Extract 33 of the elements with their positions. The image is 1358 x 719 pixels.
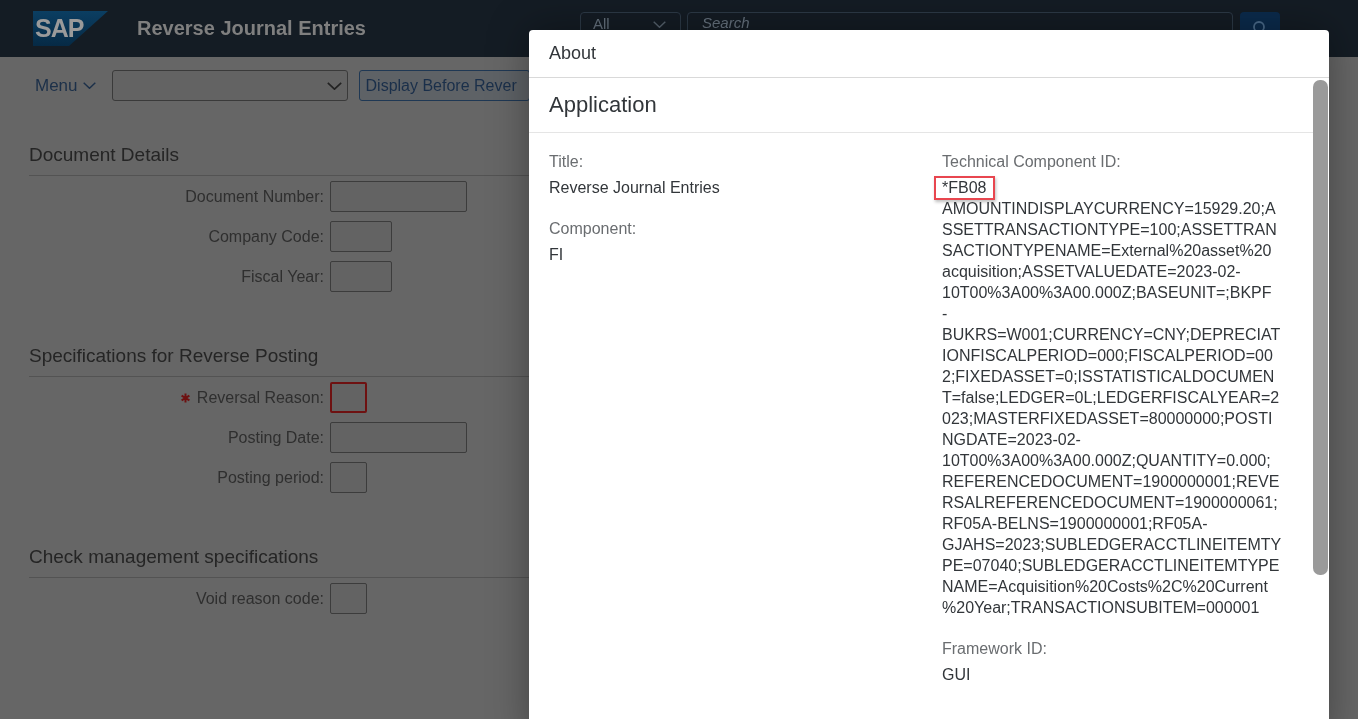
- logo: SAP: [33, 11, 108, 46]
- info-value: FI: [549, 245, 564, 265]
- field-label: Posting Date:: [227, 428, 324, 447]
- input-field[interactable]: [330, 181, 467, 212]
- field-label: Document Number:: [185, 187, 324, 206]
- info-label: Technical Component ID:: [942, 152, 1121, 172]
- dialog-title: About: [529, 30, 1329, 78]
- menu-button[interactable]: Menu: [35, 75, 96, 96]
- highlighted-value: *FB08: [934, 176, 996, 200]
- input-field[interactable]: [330, 382, 367, 413]
- field-label: Company Code:: [208, 227, 324, 246]
- detail-text: AMOUNTINDISPLAYCURRENCY=15929.20;A SSETTRANSACTIONTYPE=100;ASSETTRAN SACTIONTYPENAME=External%20asset%20 acquisition;ASSETVALUEDATE=2023-02- 10T00%3A00%3A00.000Z;BASEUNIT=;BKPF - BUKRS=W001;CURRENCY=CNY;DEPRECIAT IONFISCALPERIOD=000;FISCALPERIOD=00 2;FIXEDASSET=0;ISSTATISTICALDOCUMEN T=false;LEDGER=0L;LEDGERFISCALYEAR=2 023;MASTERFIXEDASSET=80000000;POSTI NGDATE=2023-02- 10T00%3A00%3A00.000Z;QUANTITY=0.000; REFERENCEDOCUMENT=1900000001;REVE RSALREFERENCEDOCUMENT=1900000061; RF05A-BELNS=1900000001;RF05A- GJAHS=2023;SUBLEDGERACCTLINEITEMTY PE=07040;SUBLEDGERACCTLINEITEMTYPE NAME=Acquisition%20Costs%2C%20Current %20Year;TRANSACTIONSUBITEM=000001: [942, 199, 1282, 618]
- input-field[interactable]: [330, 221, 392, 252]
- display-button[interactable]: Display Before Rever: [358, 70, 530, 101]
- field-label: Reversal Reason:: [196, 388, 324, 407]
- field-label: Posting period:: [217, 468, 324, 487]
- input-field[interactable]: [330, 462, 367, 493]
- section-header: Application: [529, 78, 1313, 133]
- field-label: Void reason code:: [195, 589, 324, 608]
- chevron-down-icon: [326, 81, 342, 90]
- input-field[interactable]: [330, 583, 367, 614]
- chevron-down-icon: [653, 21, 666, 28]
- info-label: Title:: [549, 152, 584, 172]
- input-field[interactable]: [330, 261, 392, 292]
- info-value: GUI: [942, 665, 971, 685]
- info-value: Reverse Journal Entries: [549, 178, 720, 198]
- dropdown-field[interactable]: [111, 70, 348, 101]
- app-title: Reverse Journal Entries: [137, 17, 366, 40]
- scrollbar-thumb[interactable]: [1313, 80, 1328, 575]
- info-label: Framework ID:: [942, 639, 1047, 659]
- input-field[interactable]: [330, 422, 467, 453]
- info-label: Component:: [549, 219, 637, 239]
- chevron-down-icon: [82, 82, 96, 89]
